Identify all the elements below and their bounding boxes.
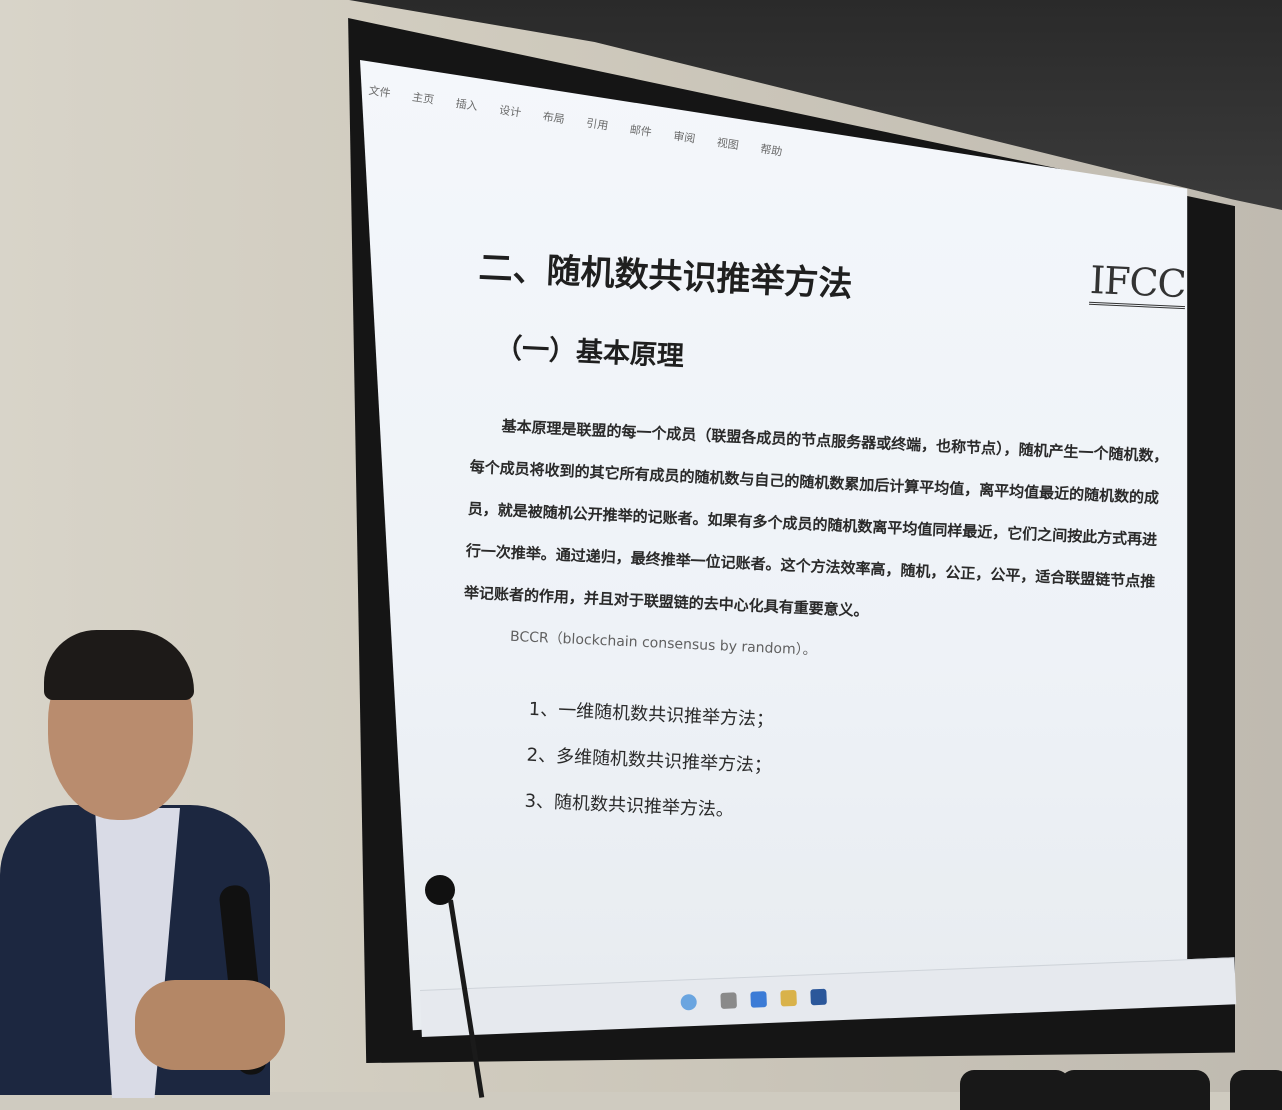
hair [44, 630, 194, 700]
method-list: 1、一维随机数共识推举方法； 2、多维随机数共识推举方法； 3、随机数共识推举方… [524, 687, 1160, 853]
document-heading: 二、随机数共识推举方法 [477, 247, 854, 305]
document-paragraph: 基本原理是联盟的每一个成员（联盟各成员的节点服务器或终端，也称节点），随机产生一… [463, 417, 1169, 621]
hands [135, 980, 285, 1070]
ribbon-tab: 布局 [541, 109, 566, 127]
ifcc-logo: IFCC [1088, 257, 1187, 310]
ribbon-tab: 设计 [498, 103, 523, 120]
app-icon [720, 992, 737, 1009]
projected-document: 文件 主页 插入 设计 布局 引用 邮件 审阅 视图 帮助 二、随机数共识推举方… [360, 60, 1188, 1031]
search-icon [680, 993, 698, 1011]
ribbon-tab: 视图 [715, 136, 740, 153]
ribbon-tab: 引用 [585, 116, 610, 133]
ribbon-tab: 邮件 [628, 122, 653, 140]
chair [960, 1070, 1070, 1110]
ribbon-tab: 审阅 [672, 129, 697, 146]
folder-icon [780, 989, 797, 1007]
ribbon-tab: 插入 [454, 96, 479, 114]
document-body: 二、随机数共识推举方法 （一）基本原理 基本原理是联盟的每一个成员（联盟各成员的… [454, 240, 1180, 853]
browser-icon [750, 991, 767, 1008]
word-icon [810, 988, 827, 1006]
ribbon-tab: 帮助 [759, 142, 784, 159]
speaker [0, 630, 300, 1098]
chair [1230, 1070, 1282, 1110]
ribbon-tab: 文件 [367, 83, 392, 101]
document-subheading: （一）基本原理 [494, 332, 685, 373]
ribbon-tab: 主页 [411, 90, 435, 107]
chair [1060, 1070, 1210, 1110]
